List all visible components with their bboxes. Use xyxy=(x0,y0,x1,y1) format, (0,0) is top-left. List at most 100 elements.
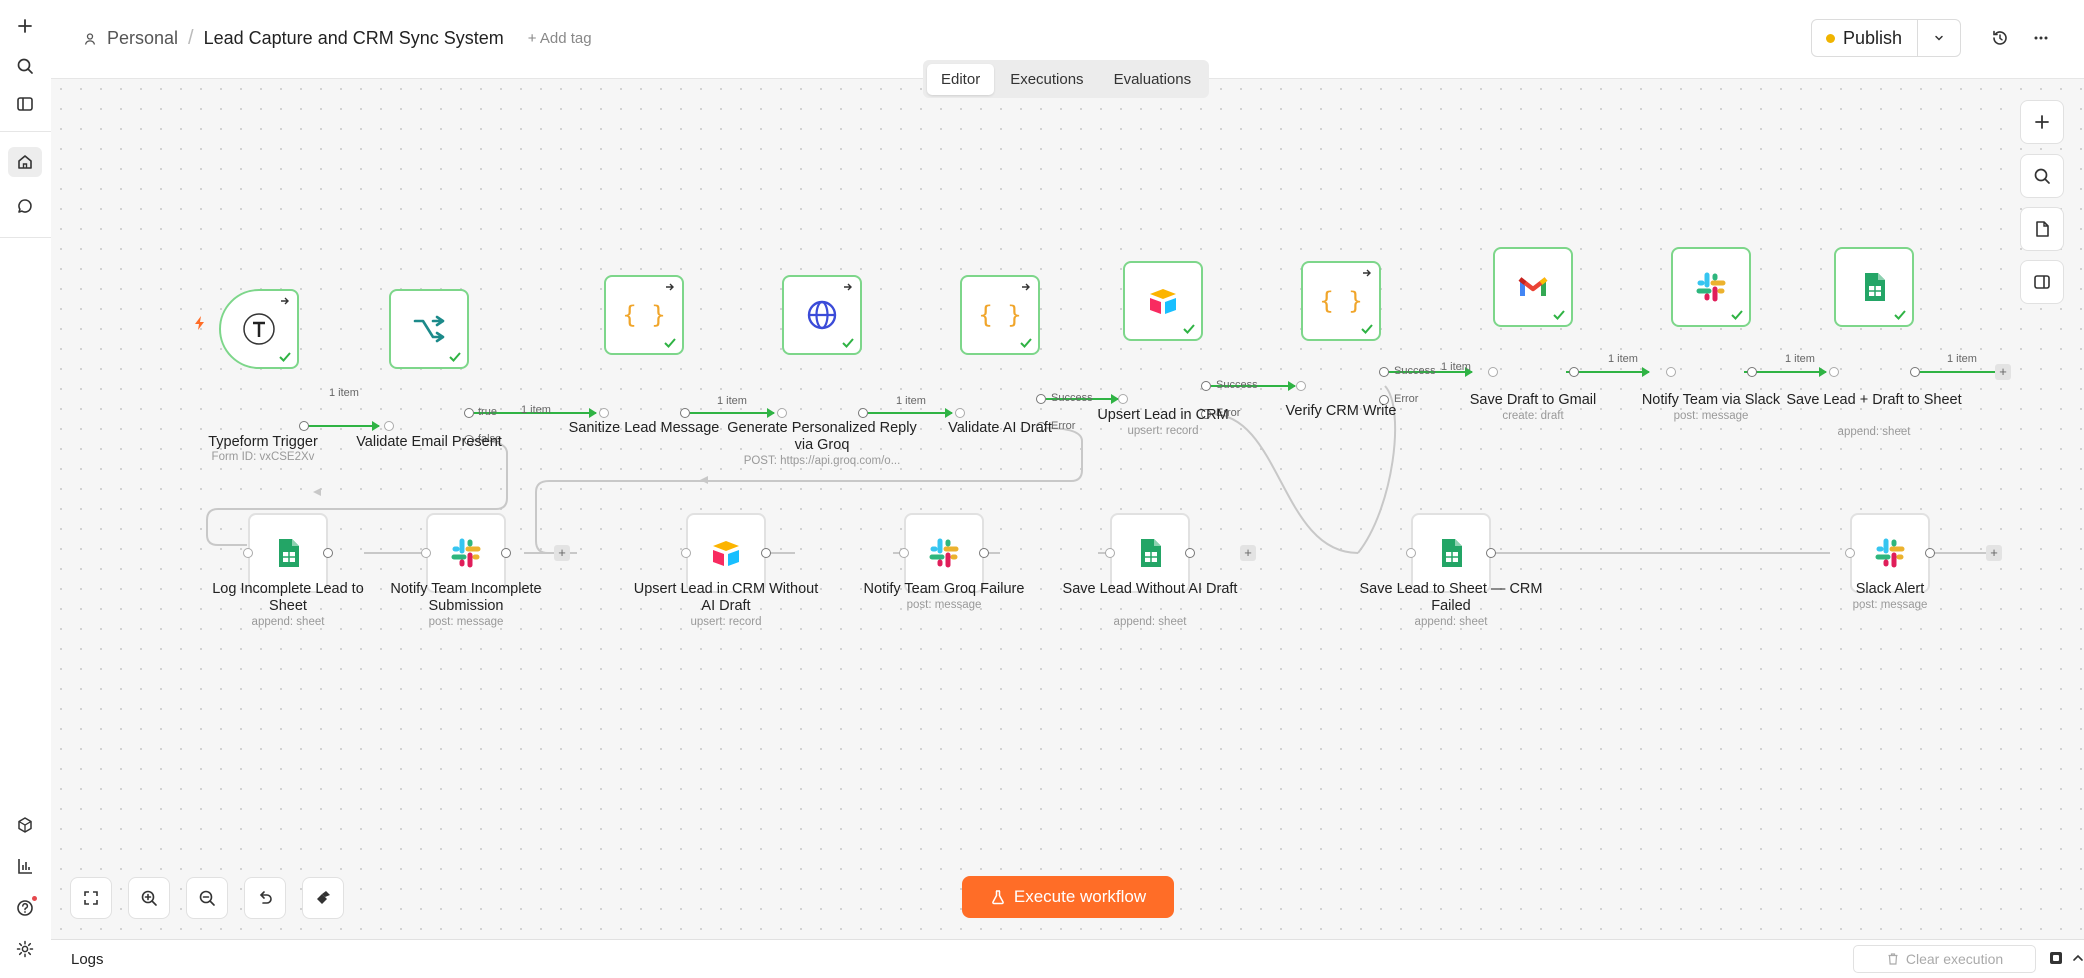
success-check-icon xyxy=(1183,324,1195,334)
trigger-bolt-icon xyxy=(193,315,207,336)
chevron-down-icon xyxy=(1935,35,1943,41)
slack-icon xyxy=(929,538,959,568)
logs-bar[interactable]: Logs Clear execution xyxy=(51,939,2084,978)
node-label: Sanitize Lead Message xyxy=(568,420,720,436)
clear-execution-label: Clear execution xyxy=(1905,951,2004,967)
node-sanitize[interactable]: { } xyxy=(604,275,684,355)
slack-icon xyxy=(1696,272,1726,302)
panel-toggle-icon[interactable] xyxy=(8,89,42,119)
left-sidebar xyxy=(0,0,52,977)
side-panel-button[interactable] xyxy=(2020,260,2064,304)
undo-button[interactable] xyxy=(244,877,286,919)
insights-icon[interactable] xyxy=(8,851,42,881)
workflow-title[interactable]: Lead Capture and CRM Sync System xyxy=(204,28,504,49)
chevron-up-icon[interactable] xyxy=(2071,951,2084,970)
sticky-note-icon xyxy=(2036,221,2049,237)
more-options-icon[interactable] xyxy=(2029,26,2053,50)
if-branch-icon xyxy=(413,315,445,343)
node-upsert-crm[interactable] xyxy=(1123,261,1203,341)
run-arrow-icon xyxy=(844,283,852,291)
node-gmail[interactable] xyxy=(1493,247,1573,327)
node-subtitle: append: sheet xyxy=(1414,616,1488,628)
success-check-icon xyxy=(664,338,676,348)
broom-icon xyxy=(317,891,330,904)
fit-view-icon xyxy=(84,891,98,905)
edge-label: Success xyxy=(1051,392,1093,404)
node-save-sheet[interactable] xyxy=(1834,247,1914,327)
chat-icon[interactable] xyxy=(8,191,42,221)
templates-icon[interactable] xyxy=(8,810,42,840)
run-arrow-icon xyxy=(1022,283,1030,291)
node-subtitle: POST: https://api.groq.com/o... xyxy=(743,455,901,467)
add-tag-button[interactable]: + Add tag xyxy=(528,30,592,47)
tidy-up-button[interactable] xyxy=(302,877,344,919)
breadcrumb-separator: / xyxy=(188,27,194,49)
node-validate-email[interactable] xyxy=(389,289,469,369)
google-sheets-icon xyxy=(279,539,299,567)
edge-label: 1 item xyxy=(1608,353,1638,365)
breadcrumb: Personal / Lead Capture and CRM Sync Sys… xyxy=(83,27,592,50)
node-validate-ai[interactable]: { } xyxy=(960,275,1040,355)
publish-dropdown-button[interactable] xyxy=(1918,32,1960,44)
run-arrow-icon xyxy=(666,283,674,291)
trash-icon xyxy=(1888,953,1898,965)
node-groq[interactable] xyxy=(782,275,862,355)
sticky-note-button[interactable] xyxy=(2020,207,2064,251)
pop-out-icon[interactable] xyxy=(2048,950,2064,971)
tab-executions[interactable]: Executions xyxy=(996,64,1097,95)
node-subtitle: create: draft xyxy=(1502,410,1564,422)
publish-control: Publish xyxy=(1811,19,1961,57)
node-subtitle: upsert: record xyxy=(1127,425,1199,437)
add-node-panel-button[interactable] xyxy=(2020,100,2064,144)
tab-evaluations[interactable]: Evaluations xyxy=(1100,64,1206,95)
search-icon xyxy=(2034,168,2050,184)
success-check-icon xyxy=(449,352,461,362)
zoom-out-button[interactable] xyxy=(186,877,228,919)
node-subtitle: Form ID: vxCSE2Xv xyxy=(211,451,315,463)
execute-workflow-button[interactable]: Execute workflow xyxy=(962,876,1174,918)
add-node-button[interactable]: + xyxy=(1995,364,2011,380)
fit-view-button[interactable] xyxy=(70,877,112,919)
node-label: Typeform Trigger xyxy=(208,434,318,450)
workspace-link[interactable]: Personal xyxy=(107,28,178,49)
node-slack-team[interactable] xyxy=(1671,247,1751,327)
success-check-icon xyxy=(1731,310,1743,320)
workflow-canvas[interactable]: Editor Executions Evaluations Typeform T… xyxy=(51,60,2084,939)
edge-label: 1 item xyxy=(717,395,747,407)
history-icon[interactable] xyxy=(1988,26,2012,50)
home-icon[interactable] xyxy=(8,147,42,177)
add-node-button[interactable]: + xyxy=(554,545,570,561)
clear-execution-button[interactable]: Clear execution xyxy=(1853,945,2036,973)
logs-label[interactable]: Logs xyxy=(71,951,104,968)
airtable-icon xyxy=(1150,289,1176,314)
search-icon[interactable] xyxy=(8,51,42,81)
settings-gear-icon[interactable] xyxy=(8,934,42,964)
add-node-button[interactable]: + xyxy=(1240,545,1256,561)
zoom-in-button[interactable] xyxy=(128,877,170,919)
node-subtitle: append: sheet xyxy=(251,616,325,628)
svg-text:{ }: { } xyxy=(1321,287,1361,315)
node-subtitle: upsert: record xyxy=(690,616,762,628)
tab-editor[interactable]: Editor xyxy=(927,63,995,95)
add-icon[interactable] xyxy=(8,11,42,41)
search-nodes-button[interactable] xyxy=(2020,154,2064,198)
publish-label: Publish xyxy=(1843,27,1903,48)
node-label: Save Lead + Draft to Sheet xyxy=(1786,392,1962,408)
status-dot xyxy=(1826,33,1835,43)
help-icon[interactable] xyxy=(8,893,42,923)
svg-text:{ }: { } xyxy=(624,301,664,329)
view-tabs: Editor Executions Evaluations xyxy=(923,60,1210,98)
add-node-button[interactable]: + xyxy=(1986,545,2002,561)
node-verify-crm[interactable]: { } xyxy=(1301,261,1381,341)
node-subtitle: append: sheet xyxy=(1113,616,1187,628)
node-label: Save Lead to Sheet — CRM Failed xyxy=(1359,581,1543,614)
node-label: Validate AI Draft xyxy=(948,420,1052,436)
node-typeform-trigger[interactable] xyxy=(219,289,299,369)
edge-label: 1 item xyxy=(521,404,551,416)
node-label: Save Draft to Gmail xyxy=(1469,392,1597,408)
zoom-in-icon xyxy=(141,890,157,906)
airtable-icon xyxy=(713,541,739,566)
node-subtitle: append: sheet xyxy=(1837,426,1911,438)
node-subtitle: post: message xyxy=(1673,410,1749,422)
publish-button[interactable]: Publish xyxy=(1812,20,1918,56)
